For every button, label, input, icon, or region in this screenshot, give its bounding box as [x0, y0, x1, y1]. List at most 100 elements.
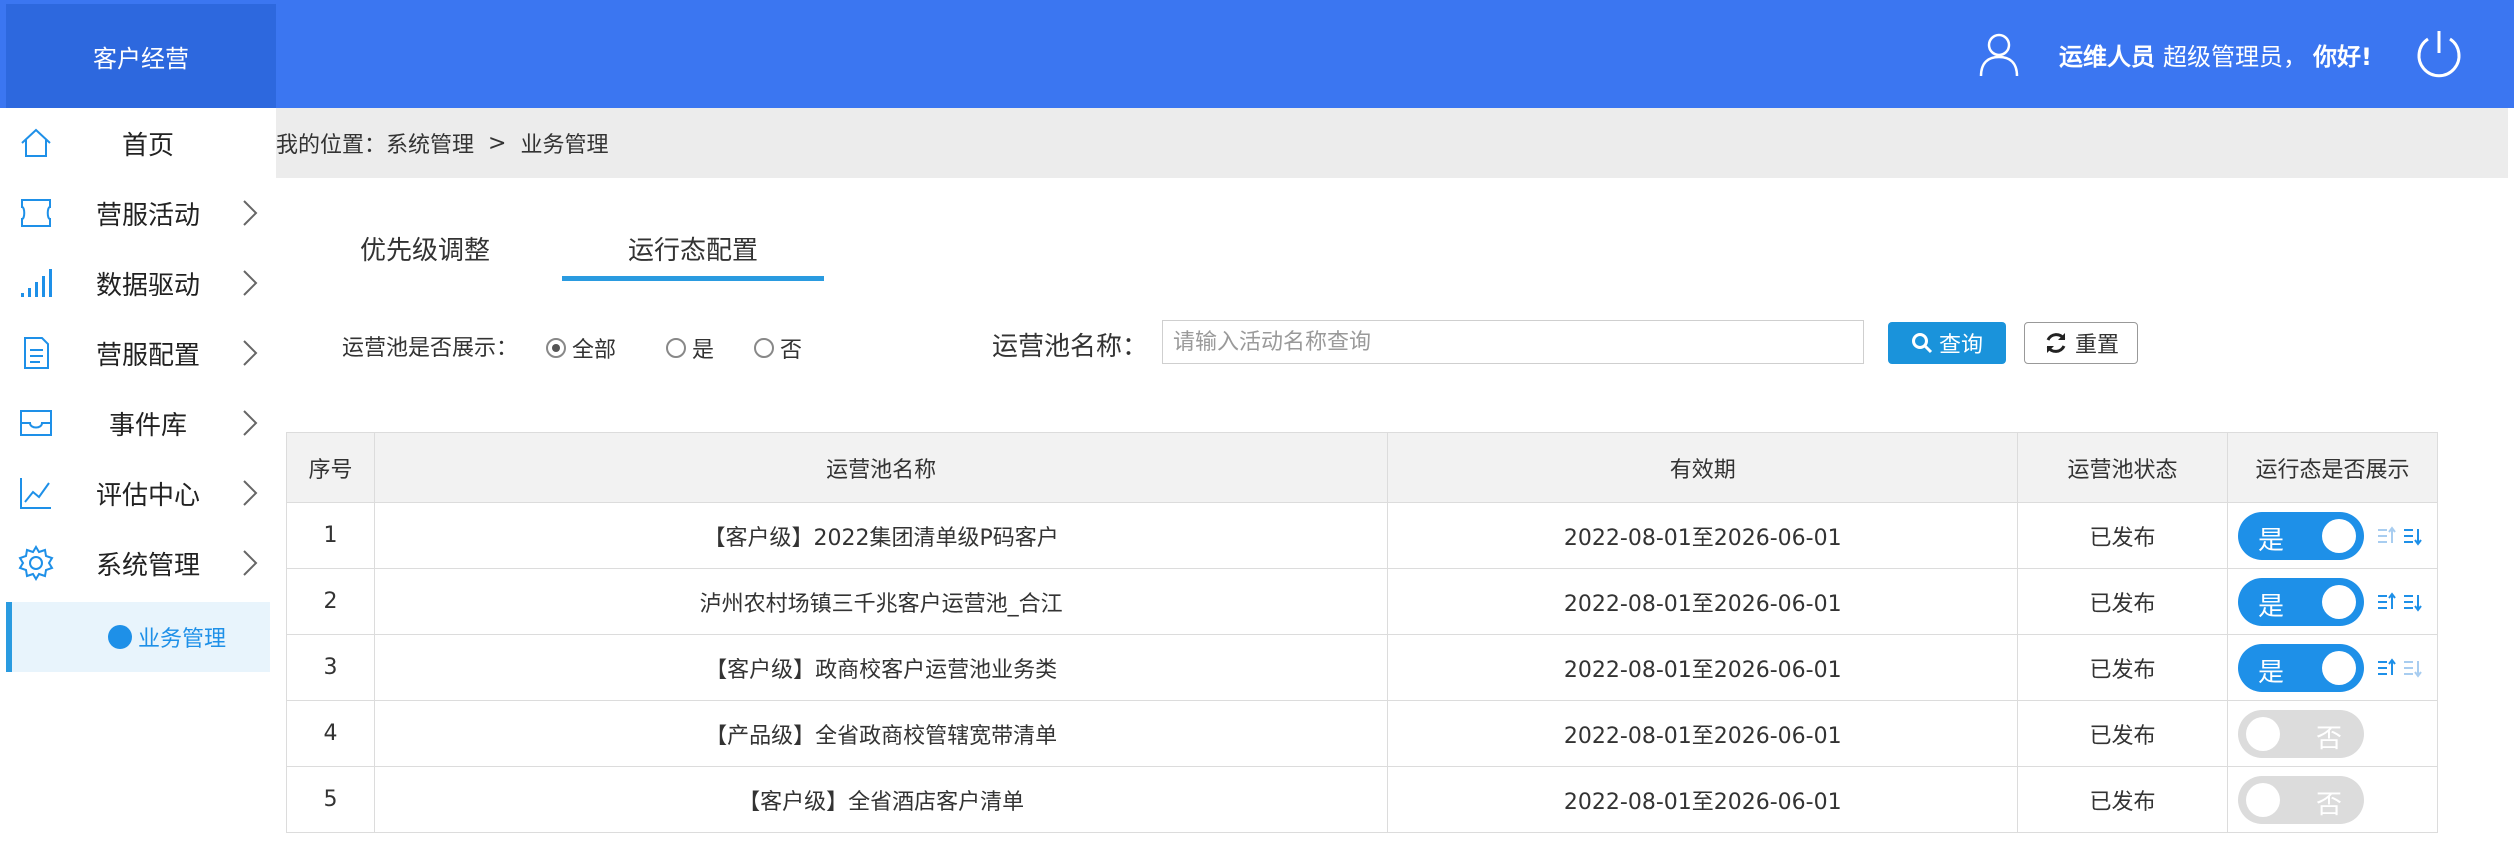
- chevron-right-icon: [243, 270, 258, 296]
- toggle-label: 是: [2258, 657, 2285, 688]
- cell-index: 2: [286, 568, 375, 635]
- sidebar-item-activities[interactable]: 营服活动: [6, 178, 270, 248]
- sidebar-item-label: 营服活动: [95, 200, 200, 231]
- cell-name: 【产品级】全省政商校管辖宽带清单: [373, 700, 1389, 767]
- display-toggle[interactable]: 否: [2238, 775, 2364, 824]
- ticket-icon: [21, 199, 51, 227]
- sidebar-item-config[interactable]: 营服配置: [6, 318, 270, 388]
- toggle-label: 否: [2316, 723, 2343, 754]
- show-filter-label: 运营池是否展示：: [342, 336, 519, 361]
- sidebar-item-system[interactable]: 系统管理: [6, 528, 270, 598]
- table-row: 2 泸州农村场镇三千兆客户运营池_合江 2022-08-01至2026-06-0…: [286, 568, 2438, 635]
- move-up-icon[interactable]: [2377, 525, 2397, 546]
- toggle-label: 否: [2316, 789, 2343, 820]
- sidebar-item-label: 数据驱动: [95, 270, 200, 301]
- cell-toggle: 否: [2227, 766, 2438, 833]
- active-tab-indicator: [562, 276, 824, 281]
- query-button[interactable]: 查询: [1888, 322, 2006, 364]
- sidebar-item-evaluation[interactable]: 评估中心: [6, 458, 270, 528]
- user-area: 运维人员 超级管理员， 你好!: [1975, 0, 2466, 108]
- cell-index: 5: [286, 766, 375, 833]
- home-icon: [21, 128, 51, 157]
- sidebar-subitem-business[interactable]: 业务管理: [6, 602, 270, 672]
- pool-name-label: 运营池名称：: [992, 332, 1149, 362]
- cell-period: 2022-08-01至2026-06-01: [1387, 700, 2019, 767]
- move-up-icon[interactable]: [2377, 657, 2397, 678]
- user-icon[interactable]: [1975, 30, 2023, 78]
- breadcrumb-level1[interactable]: 系统管理: [386, 127, 474, 159]
- document-icon: [24, 337, 49, 369]
- toggle-knob: [2322, 584, 2356, 619]
- sidebar-item-label: 事件库: [108, 410, 187, 441]
- display-toggle[interactable]: 是: [2238, 577, 2364, 626]
- move-up-icon[interactable]: [2377, 591, 2397, 612]
- cell-period: 2022-08-01至2026-06-01: [1387, 766, 2019, 833]
- cell-period: 2022-08-01至2026-06-01: [1387, 502, 2019, 569]
- refresh-icon: [2046, 333, 2066, 353]
- sidebar-item-data[interactable]: 数据驱动: [6, 248, 270, 318]
- cell-status: 已发布: [2017, 502, 2228, 569]
- inbox-icon: [20, 410, 52, 436]
- reset-button-label: 重置: [2074, 333, 2119, 358]
- power-icon[interactable]: [2412, 27, 2466, 81]
- table-header-row: 序号 运营池名称 有效期 运营池状态 运行态是否展示: [286, 432, 2438, 503]
- sidebar-item-events[interactable]: 事件库: [6, 388, 270, 458]
- table-row: 5 【客户级】全省酒店客户清单 2022-08-01至2026-06-01 已发…: [286, 766, 2438, 833]
- tab-priority[interactable]: 优先级调整: [360, 230, 490, 267]
- sidebar-subitem-label: 业务管理: [138, 627, 227, 652]
- radio-label: 否: [780, 338, 803, 363]
- radio-all[interactable]: 全部: [546, 332, 616, 364]
- gear-icon: [18, 545, 54, 581]
- breadcrumb: 我的位置： 系统管理 > 业务管理: [276, 108, 2508, 178]
- display-toggle[interactable]: 是: [2238, 643, 2364, 692]
- move-down-icon[interactable]: [2403, 526, 2423, 546]
- user-name: 运维人员: [2059, 42, 2156, 71]
- pool-name-search-input[interactable]: [1162, 320, 1864, 364]
- display-toggle[interactable]: 是: [2238, 511, 2364, 560]
- cell-toggle: 否: [2227, 700, 2438, 767]
- sidebar: 首页 营服活动 数据驱动 营服配置 事件库 评估中心 系统管理 业务管理: [6, 108, 270, 848]
- cell-period: 2022-08-01至2026-06-01: [1387, 634, 2019, 701]
- query-button-label: 查询: [1938, 333, 1983, 358]
- chevron-right-icon: [243, 550, 258, 576]
- reset-button[interactable]: 重置: [2024, 322, 2138, 364]
- pool-table: 序号 运营池名称 有效期 运营池状态 运行态是否展示 1 【客户级】2022集团…: [286, 432, 2438, 833]
- cell-toggle: 是: [2227, 568, 2438, 635]
- chevron-right-icon: [243, 200, 258, 226]
- toggle-label: 是: [2258, 525, 2285, 556]
- display-toggle[interactable]: 否: [2238, 709, 2364, 758]
- sidebar-item-label: 营服配置: [95, 340, 200, 371]
- cell-index: 1: [286, 502, 375, 569]
- toggle-knob: [2322, 650, 2356, 685]
- chevron-right-icon: [243, 480, 258, 506]
- table-row: 4 【产品级】全省政商校管辖宽带清单 2022-08-01至2026-06-01…: [286, 700, 2438, 767]
- radio-yes[interactable]: 是: [666, 332, 714, 364]
- toggle-knob: [2246, 716, 2280, 751]
- column-header: 运营池状态: [2017, 432, 2228, 503]
- breadcrumb-prefix: 我的位置：: [276, 133, 387, 158]
- sidebar-item-label: 首页: [121, 130, 174, 161]
- user-greeting: 你好!: [2313, 42, 2372, 71]
- breadcrumb-level2[interactable]: 业务管理: [520, 127, 608, 159]
- cell-period: 2022-08-01至2026-06-01: [1387, 568, 2019, 635]
- chevron-right-icon: [243, 340, 258, 366]
- radio-checked-icon: [546, 338, 566, 358]
- toggle-label: 是: [2258, 591, 2285, 622]
- column-header: 序号: [286, 432, 375, 503]
- radio-unchecked-icon: [754, 338, 774, 358]
- sidebar-item-home[interactable]: 首页: [6, 108, 270, 178]
- move-down-icon[interactable]: [2403, 658, 2423, 678]
- tab-runtime-config[interactable]: 运行态配置: [628, 230, 758, 267]
- radio-no[interactable]: 否: [754, 332, 802, 364]
- table-row: 1 【客户级】2022集团清单级P码客户 2022-08-01至2026-06-…: [286, 502, 2438, 569]
- cell-status: 已发布: [2017, 568, 2228, 635]
- active-dot-icon: [108, 625, 132, 649]
- table-row: 3 【客户级】政商校客户运营池业务类 2022-08-01至2026-06-01…: [286, 634, 2438, 701]
- cell-status: 已发布: [2017, 700, 2228, 767]
- column-header: 运营池名称: [373, 432, 1389, 503]
- search-icon: [1911, 333, 1933, 354]
- toggle-knob: [2322, 518, 2356, 553]
- move-down-icon[interactable]: [2403, 592, 2423, 612]
- sidebar-item-label: 评估中心: [95, 480, 200, 511]
- cell-index: 4: [286, 700, 375, 767]
